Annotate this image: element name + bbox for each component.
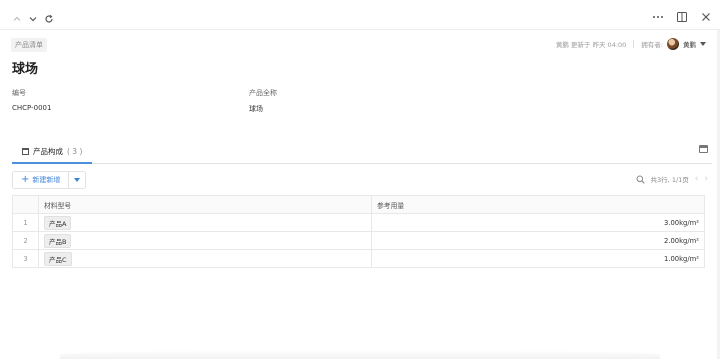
code-label: 编号 [12,89,26,97]
more-icon[interactable] [652,8,664,20]
window-topbar [0,0,720,30]
row-index: 2 [12,231,39,250]
material-cell[interactable]: 产品C [38,249,372,268]
row-index: 1 [12,213,39,232]
material-chip[interactable]: 产品B [44,233,72,248]
fullname-value: 球场 [249,105,263,113]
avatar[interactable] [667,38,679,50]
refresh-icon[interactable] [44,9,54,23]
add-dropdown-button[interactable] [69,178,85,182]
modified-text: 黄鹏 更新于 昨天 04:00 [555,41,627,49]
table-header-row: 材料型号 参考用量 [12,195,705,214]
table-icon [22,147,29,155]
search-icon[interactable] [636,175,645,184]
owner-name[interactable]: 黄鹏 [683,39,696,49]
code-value: CHCP-0001 [12,104,52,112]
pager-summary: 共3行, 1/1页 [650,176,689,184]
add-button[interactable]: + 新建新增 [13,172,69,188]
nav-controls [12,9,54,23]
column-header-material[interactable]: 材料型号 [38,195,372,214]
next-page-icon[interactable]: › [704,174,708,184]
layout-icon[interactable] [676,8,688,22]
prev-page-icon[interactable]: ‹ [695,174,699,184]
amount-cell[interactable]: 1.00kg/m² [371,249,705,268]
composition-table: 材料型号 参考用量 1 产品A 3.00kg/m² 2 产品B 2.00kg/m… [12,195,705,268]
plus-icon: + [21,174,30,185]
material-chip[interactable]: 产品C [44,251,72,266]
table-row[interactable]: 1 产品A 3.00kg/m² [12,213,705,232]
index-header [12,195,39,214]
owner-dropdown-icon[interactable] [700,42,706,46]
caret-down-icon [74,178,80,182]
column-header-amount[interactable]: 参考用量 [371,195,705,214]
tab-label: 产品构成 [33,146,63,156]
add-button-group: + 新建新增 [12,171,86,189]
tab-count: ( 3 ) [67,146,83,156]
table-row[interactable]: 3 产品C 1.00kg/m² [12,249,705,268]
row-index: 3 [12,249,39,268]
window-actions [652,8,712,22]
owner-label: 拥有者: [641,41,663,49]
tab-product-composition[interactable]: 产品构成 ( 3 ) [12,140,92,164]
material-cell[interactable]: 产品A [38,213,372,232]
panel-toggle-icon[interactable] [699,145,708,153]
pager-arrows: ‹ › [695,174,708,184]
material-cell[interactable]: 产品B [38,231,372,250]
bottom-shadow [60,350,660,359]
add-button-label: 新建新增 [32,176,61,184]
close-icon[interactable] [700,8,712,21]
page-title: 球场 [12,62,39,77]
category-tag[interactable]: 产品清单 [11,38,47,52]
fullname-label: 产品全称 [249,89,277,97]
table-toolbar: + 新建新增 共3行, 1/1页 ‹ › [12,171,712,189]
amount-cell[interactable]: 2.00kg/m² [371,231,705,250]
table-row[interactable]: 2 产品B 2.00kg/m² [12,231,705,250]
meta-divider [633,40,635,48]
record-meta: 黄鹏 更新于 昨天 04:00 拥有者: 黄鹏 [556,38,706,50]
chevron-up-icon[interactable] [12,9,22,21]
amount-cell[interactable]: 3.00kg/m² [371,213,705,232]
material-chip[interactable]: 产品A [44,215,72,230]
pager: 共3行, 1/1页 ‹ › [636,174,708,184]
chevron-down-icon[interactable] [28,9,38,22]
tab-bar: 产品构成 ( 3 ) [12,140,712,164]
